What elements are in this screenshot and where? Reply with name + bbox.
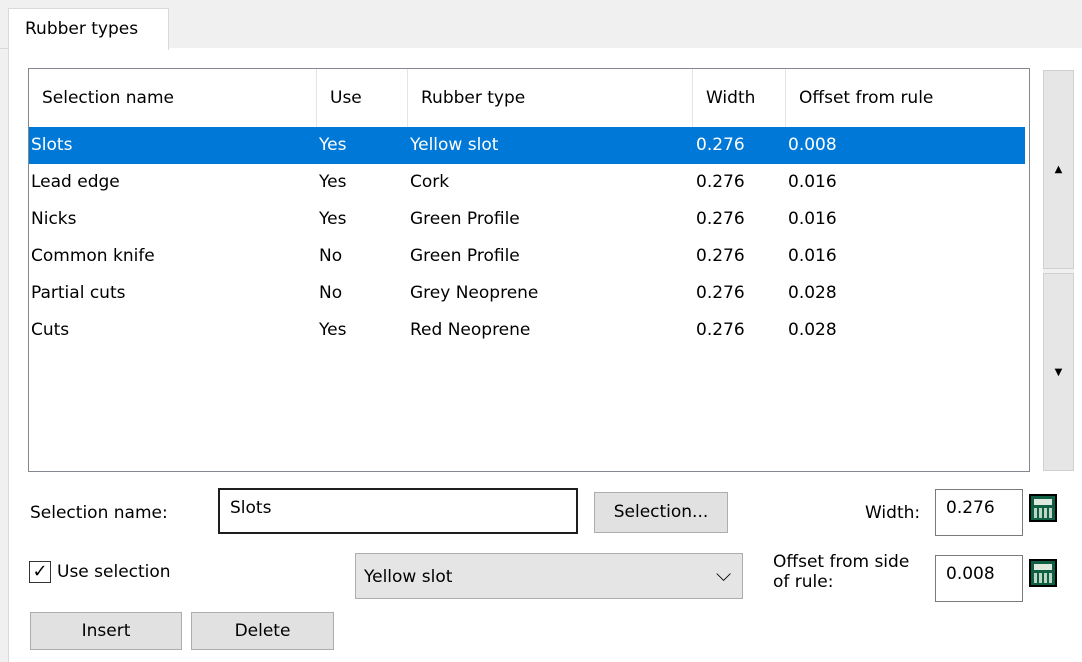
tab-rubber-types[interactable]: Rubber types [8,8,169,50]
scroll-down-button[interactable]: ▼ [1043,273,1074,471]
cell-use: Yes [319,135,347,155]
cell-use: No [319,246,343,266]
cell-use: Yes [319,209,347,229]
cell-use: No [319,283,343,303]
cell-selection-name: Cuts [31,320,70,340]
column-header-use[interactable]: Use [317,69,408,127]
offset-label-line-2: of rule: [773,572,834,592]
column-header-width[interactable]: Width [693,69,786,127]
offset-label-line-1: Offset from side [773,552,910,572]
cell-width: 0.276 [696,209,745,229]
cell-offset-from-rule: 0.008 [788,135,837,155]
vertical-scrollbar[interactable]: ▲ ▼ [1043,70,1074,471]
offset-label: Offset from side of rule: [773,552,909,592]
selection-name-input[interactable]: Slots [218,488,578,534]
cell-use: Yes [319,172,347,192]
use-selection-checkbox[interactable]: ✓ [29,561,51,583]
cell-rubber-type: Grey Neoprene [410,283,539,303]
table-row-selected[interactable]: Slots Yes Yellow slot 0.276 0.008 [29,127,1025,164]
cell-selection-name: Lead edge [31,172,120,192]
calculator-icon-width[interactable] [1029,494,1057,522]
cell-offset-from-rule: 0.028 [788,283,837,303]
table-row[interactable]: Nicks Yes Green Profile 0.276 0.016 [29,201,1025,238]
arrow-up-icon: ▲ [1054,164,1063,175]
cell-selection-name: Slots [31,135,73,155]
column-header-offset-from-rule[interactable]: Offset from rule [786,69,1021,127]
table-row[interactable]: Partial cuts No Grey Neoprene 0.276 0.02… [29,275,1025,312]
table-header: Selection name Use Rubber type Width Off… [29,69,1021,127]
cell-rubber-type: Cork [410,172,450,192]
tab-rubber-types-label: Rubber types [25,19,139,39]
cell-width: 0.276 [696,246,745,266]
selection-button[interactable]: Selection... [594,492,728,533]
cell-width: 0.276 [696,172,745,192]
cell-offset-from-rule: 0.016 [788,172,837,192]
selection-name-label: Selection name: [30,503,168,523]
calculator-icon-offset[interactable] [1029,559,1057,587]
offset-input[interactable]: 0.008 [935,555,1023,602]
column-header-rubber-type[interactable]: Rubber type [408,69,693,127]
cell-selection-name: Nicks [31,209,77,229]
delete-button[interactable]: Delete [191,612,334,650]
column-header-selection-name[interactable]: Selection name [29,69,317,127]
cell-selection-name: Partial cuts [31,283,126,303]
cell-width: 0.276 [696,135,745,155]
cell-rubber-type: Red Neoprene [410,320,531,340]
cell-rubber-type: Green Profile [410,246,520,266]
cell-use: Yes [319,320,347,340]
cell-rubber-type: Green Profile [410,209,520,229]
chevron-down-icon: ⌵ [716,562,732,586]
scroll-up-button[interactable]: ▲ [1043,70,1074,269]
table-row[interactable]: Lead edge Yes Cork 0.276 0.016 [29,164,1025,201]
cell-offset-from-rule: 0.016 [788,246,837,266]
cell-offset-from-rule: 0.028 [788,320,837,340]
cell-width: 0.276 [696,320,745,340]
insert-button[interactable]: Insert [30,612,182,650]
cell-width: 0.276 [696,283,745,303]
use-selection-label[interactable]: Use selection [57,562,171,582]
table-row[interactable]: Cuts Yes Red Neoprene 0.276 0.028 [29,312,1025,349]
width-input[interactable]: 0.276 [935,489,1023,536]
table-row[interactable]: Common knife No Green Profile 0.276 0.01… [29,238,1025,275]
rubber-type-dropdown-value: Yellow slot [364,567,453,587]
cell-selection-name: Common knife [31,246,155,266]
cell-offset-from-rule: 0.016 [788,209,837,229]
width-label: Width: [865,503,921,523]
rubber-types-table[interactable]: Selection name Use Rubber type Width Off… [28,68,1030,472]
tab-strip: Rubber types [0,0,1082,50]
rubber-type-dropdown[interactable]: Yellow slot ⌵ [355,553,743,599]
arrow-down-icon: ▼ [1054,366,1063,378]
cell-rubber-type: Yellow slot [410,135,499,155]
